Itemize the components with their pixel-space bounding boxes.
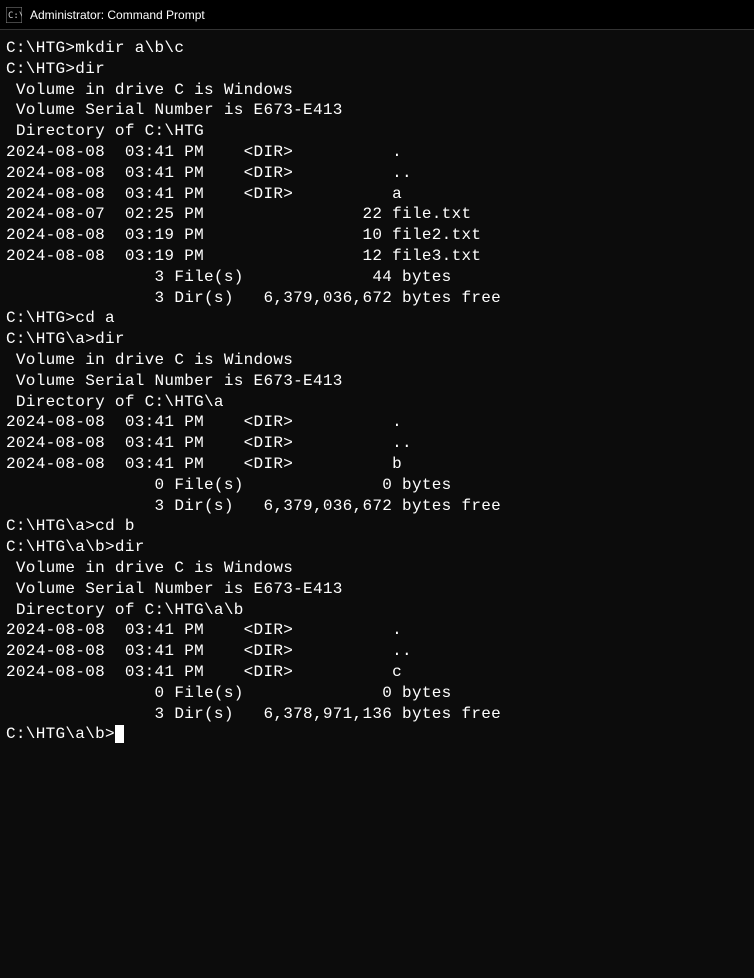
output-line: 3 File(s) 44 bytes: [6, 267, 748, 288]
output-line: 3 Dir(s) 6,378,971,136 bytes free: [6, 704, 748, 725]
output-line: 3 Dir(s) 6,379,036,672 bytes free: [6, 496, 748, 517]
output-line: 2024-08-08 03:19 PM 12 file3.txt: [6, 246, 748, 267]
output-line: 2024-08-08 03:41 PM <DIR> c: [6, 662, 748, 683]
prompt-text: C:\HTG\a\b>: [6, 725, 115, 743]
output-line: 2024-08-08 03:41 PM <DIR> ..: [6, 163, 748, 184]
output-line: Directory of C:\HTG\a: [6, 392, 748, 413]
output-line: C:\HTG\a>cd b: [6, 516, 748, 537]
output-line: Directory of C:\HTG: [6, 121, 748, 142]
output-line: 2024-08-08 03:41 PM <DIR> ..: [6, 433, 748, 454]
output-line: 2024-08-08 03:41 PM <DIR> a: [6, 184, 748, 205]
output-line: C:\HTG>mkdir a\b\c: [6, 38, 748, 59]
output-line: C:\HTG>dir: [6, 59, 748, 80]
prompt-line[interactable]: C:\HTG\a\b>: [6, 724, 748, 745]
output-line: 2024-08-08 03:41 PM <DIR> b: [6, 454, 748, 475]
output-line: Volume Serial Number is E673-E413: [6, 579, 748, 600]
output-line: 0 File(s) 0 bytes: [6, 475, 748, 496]
output-line: C:\HTG\a\b>dir: [6, 537, 748, 558]
output-line: 2024-08-07 02:25 PM 22 file.txt: [6, 204, 748, 225]
output-line: Volume Serial Number is E673-E413: [6, 371, 748, 392]
output-line: C:\HTG\a>dir: [6, 329, 748, 350]
output-line: 3 Dir(s) 6,379,036,672 bytes free: [6, 288, 748, 309]
output-line: Volume in drive C is Windows: [6, 558, 748, 579]
window-titlebar[interactable]: C:\ Administrator: Command Prompt: [0, 0, 754, 30]
output-line: 2024-08-08 03:41 PM <DIR> ..: [6, 641, 748, 662]
output-line: Directory of C:\HTG\a\b: [6, 600, 748, 621]
cmd-icon: C:\: [6, 7, 22, 23]
output-line: 2024-08-08 03:41 PM <DIR> .: [6, 142, 748, 163]
output-line: Volume Serial Number is E673-E413: [6, 100, 748, 121]
output-line: Volume in drive C is Windows: [6, 80, 748, 101]
window-title: Administrator: Command Prompt: [30, 8, 205, 22]
output-line: C:\HTG>cd a: [6, 308, 748, 329]
output-line: 0 File(s) 0 bytes: [6, 683, 748, 704]
output-line: Volume in drive C is Windows: [6, 350, 748, 371]
svg-text:C:\: C:\: [8, 11, 22, 21]
terminal-output[interactable]: C:\HTG>mkdir a\b\cC:\HTG>dir Volume in d…: [0, 30, 754, 753]
output-line: 2024-08-08 03:19 PM 10 file2.txt: [6, 225, 748, 246]
cursor: [115, 725, 124, 743]
output-line: 2024-08-08 03:41 PM <DIR> .: [6, 620, 748, 641]
output-line: 2024-08-08 03:41 PM <DIR> .: [6, 412, 748, 433]
